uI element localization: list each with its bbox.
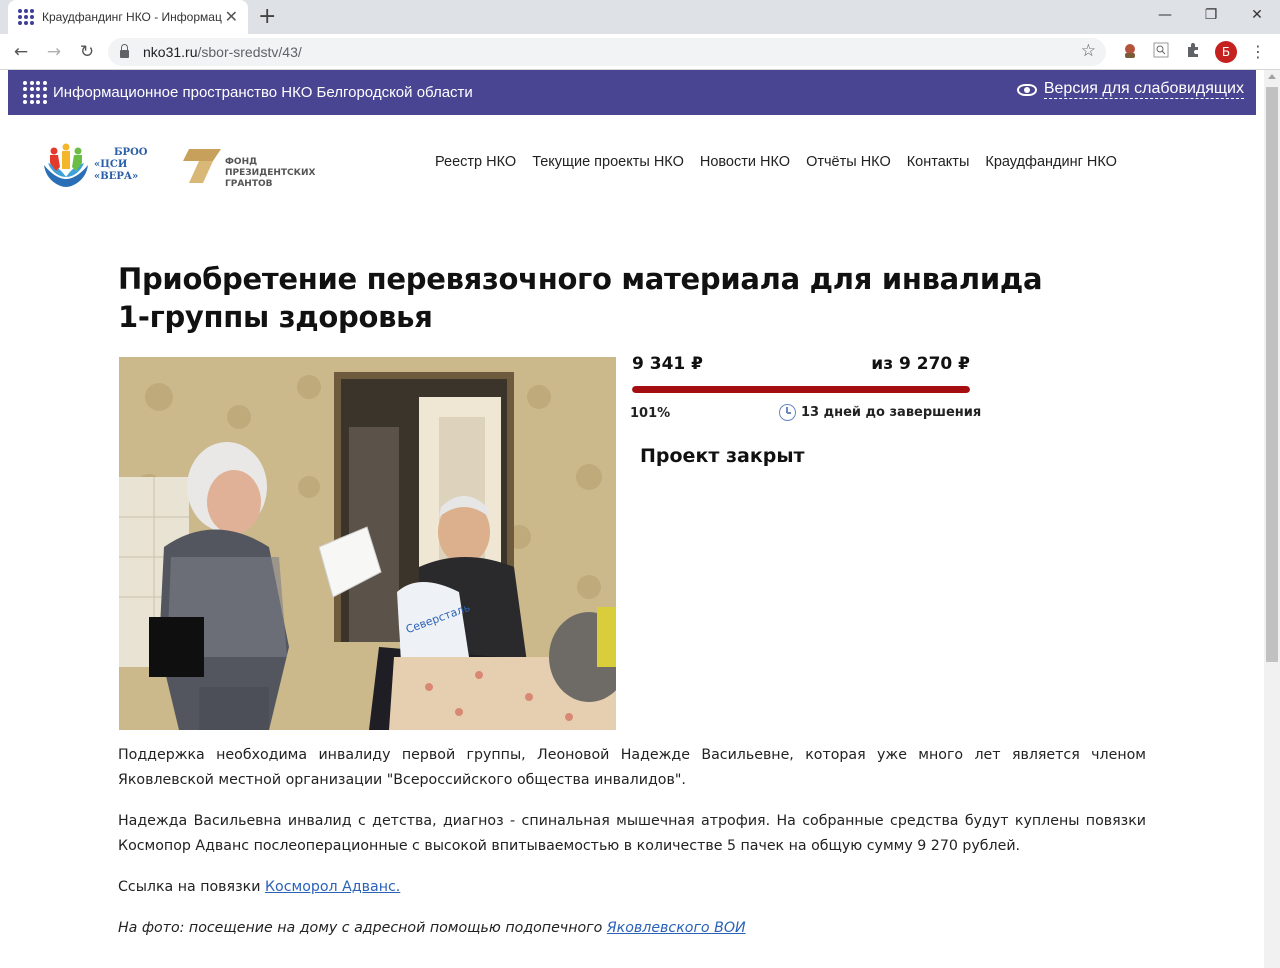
extension-avatar-icon[interactable] — [1120, 42, 1140, 62]
close-window-button[interactable]: ✕ — [1234, 0, 1280, 30]
dressing-product-link[interactable]: Косморол Адванс. — [265, 879, 400, 895]
funding-progress-fill — [632, 386, 970, 393]
project-title: Приобретение перевязочного материала для… — [118, 262, 1043, 334]
site-logo-dots-icon — [23, 80, 47, 105]
forward-button[interactable]: → — [43, 41, 65, 63]
description-paragraph-3: Ссылка на повязки Косморол Адванс. — [118, 879, 401, 895]
new-tab-button[interactable]: + — [258, 4, 276, 30]
presidential-grants-emblem-icon — [183, 149, 221, 183]
accessibility-version-link[interactable]: Версия для слабовидящих — [1016, 80, 1244, 99]
nav-link-current-projects[interactable]: Текущие проекты НКО — [532, 154, 684, 170]
site-header-bar: Информационное пространство НКО Белгород… — [8, 70, 1256, 115]
accessibility-version-label: Версия для слабовидящих — [1043, 80, 1244, 99]
extension-search-icon[interactable] — [1151, 42, 1171, 62]
goal-amount: из 9 270 ₽ — [871, 354, 970, 374]
url-text: nko31.ru/sbor-sredstv/43/ — [143, 44, 302, 60]
nav-link-registry[interactable]: Реестр НКО — [435, 154, 516, 170]
lock-icon — [120, 44, 129, 58]
presidential-grants-logo-text: ФОНД ПРЕЗИДЕНТСКИХ ГРАНТОВ — [225, 156, 316, 189]
presidential-grants-fund-logo[interactable]: ФОНД ПРЕЗИДЕНТСКИХ ГРАНТОВ — [183, 140, 323, 192]
extensions-puzzle-icon[interactable] — [1183, 42, 1203, 62]
nav-link-news[interactable]: Новости НКО — [700, 154, 790, 170]
restore-window-button[interactable]: ❐ — [1188, 0, 1234, 30]
description-paragraph-1: Поддержка необходима инвалиду первой гру… — [118, 747, 1146, 788]
browser-tab-active[interactable]: Краудфандинг НКО - Информац ✕ — [8, 0, 248, 34]
scroll-up-arrow-icon[interactable] — [1268, 74, 1276, 79]
scrollbar-thumb[interactable] — [1266, 87, 1278, 662]
profile-avatar-button[interactable]: Б — [1215, 41, 1237, 63]
deadline-info: 13 дней до завершения — [779, 404, 981, 421]
address-bar[interactable]: nko31.ru/sbor-sredstv/43/ ☆ — [108, 38, 1106, 66]
close-tab-icon[interactable]: ✕ — [225, 9, 238, 25]
bookmark-star-icon[interactable]: ☆ — [1081, 41, 1096, 61]
broo-vera-logo[interactable]: БРОО «ЦСИ «ВЕРА» — [40, 140, 175, 190]
yakovlev-voi-link[interactable]: Яковлевского ВОИ — [607, 920, 746, 936]
clock-icon — [779, 404, 796, 421]
back-button[interactable]: ← — [10, 41, 32, 63]
main-navigation: Реестр НКО Текущие проекты НКО Новости Н… — [435, 154, 1133, 170]
project-status: Проект закрыт — [640, 445, 805, 467]
photo-caption: На фото: посещение на дому с адресной по… — [118, 920, 746, 936]
days-left-text: 13 дней до завершения — [801, 405, 982, 420]
broo-vera-emblem-icon — [40, 141, 92, 189]
page-scrollbar[interactable] — [1264, 70, 1280, 968]
project-description: Поддержка необходима инвалиду первой гру… — [118, 743, 1146, 957]
minimize-window-button[interactable]: — — [1142, 0, 1188, 30]
description-paragraph-2: Надежда Васильевна инвалид с детства, ди… — [118, 813, 1146, 854]
nav-link-crowdfunding[interactable]: Краудфандинг НКО — [985, 154, 1117, 170]
amount-raised: 9 341 ₽ — [632, 354, 703, 374]
browser-tab-strip: Краудфандинг НКО - Информац ✕ + — ❐ ✕ — [0, 0, 1280, 34]
tab-title: Краудфандинг НКО - Информац — [42, 10, 222, 24]
site-favicon-icon — [18, 9, 34, 25]
broo-vera-logo-text: БРОО «ЦСИ «ВЕРА» — [94, 147, 148, 182]
nav-link-contacts[interactable]: Контакты — [907, 154, 970, 170]
funding-progress-bar — [632, 386, 970, 393]
nav-link-reports[interactable]: Отчёты НКО — [806, 154, 891, 170]
browser-toolbar: ← → ↻ nko31.ru/sbor-sredstv/43/ ☆ Б ⋮ — [0, 34, 1280, 70]
page-viewport: Информационное пространство НКО Белгород… — [0, 70, 1280, 968]
eye-icon — [1016, 83, 1037, 96]
funding-percent: 101% — [630, 406, 671, 421]
browser-menu-icon[interactable]: ⋮ — [1250, 41, 1266, 63]
project-photo: Северсталь — [119, 357, 616, 730]
site-title[interactable]: Информационное пространство НКО Белгород… — [53, 84, 473, 101]
reload-button[interactable]: ↻ — [76, 41, 98, 63]
